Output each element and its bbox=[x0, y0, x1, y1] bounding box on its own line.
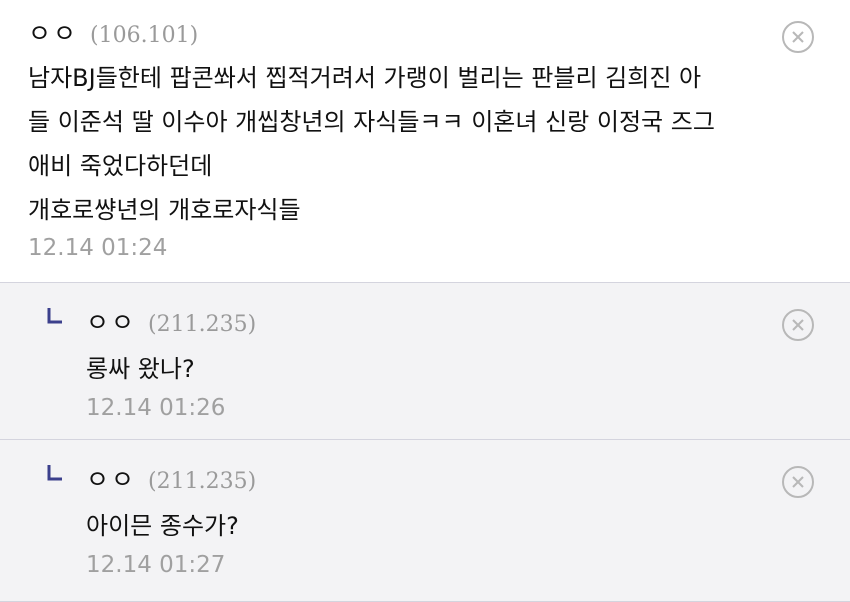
close-circle-icon bbox=[792, 319, 804, 331]
comment-line: 들 이준석 딸 이수아 개씹창년의 자식들ㅋㅋ 이혼녀 신랑 이정국 즈그 bbox=[28, 108, 715, 136]
delete-reply-button[interactable] bbox=[782, 309, 814, 341]
comment-body: 남자BJ들한테 팝콘쏴서 찝적거려서 가랭이 벌리는 판블리 김희진 아 들 이… bbox=[28, 56, 715, 232]
delete-comment-button[interactable] bbox=[782, 21, 814, 53]
reply-nickname[interactable]: ㅇㅇ bbox=[86, 460, 136, 496]
reply-item: ㅇㅇ (211.235) 아이믄 종수가? 12.14 01:27 bbox=[0, 439, 850, 602]
reply-item: ㅇㅇ (211.235) 롱싸 왔나? 12.14 01:26 bbox=[0, 282, 850, 439]
reply-date: 12.14 01:26 bbox=[86, 395, 226, 421]
comment-item: ㅇㅇ (106.101) 남자BJ들한테 팝콘쏴서 찝적거려서 가랭이 벌리는 … bbox=[0, 0, 850, 282]
reply-ip: (211.235) bbox=[148, 312, 257, 337]
reply-header: ㅇㅇ (211.235) bbox=[86, 460, 256, 496]
comment-date: 12.14 01:24 bbox=[28, 235, 168, 261]
comment-line: 애비 죽었다하던데 bbox=[28, 152, 213, 180]
reply-header: ㅇㅇ (211.235) bbox=[86, 303, 256, 339]
reply-nickname[interactable]: ㅇㅇ bbox=[86, 303, 136, 339]
reply-arrow-icon bbox=[47, 308, 62, 324]
reply-arrow-icon bbox=[47, 465, 62, 481]
reply-body: 아이믄 종수가? bbox=[86, 512, 239, 540]
close-circle-icon bbox=[792, 476, 804, 488]
reply-date: 12.14 01:27 bbox=[86, 552, 226, 578]
comment-ip: (106.101) bbox=[90, 23, 199, 48]
comment-line: 개호로썅년의 개호로자식들 bbox=[28, 196, 301, 224]
close-circle-icon bbox=[792, 31, 804, 43]
comment-nickname[interactable]: ㅇㅇ bbox=[28, 14, 78, 50]
reply-body: 롱싸 왔나? bbox=[86, 355, 195, 383]
comment-line: 남자BJ들한테 팝콘쏴서 찝적거려서 가랭이 벌리는 판블리 김희진 아 bbox=[28, 64, 702, 92]
comment-header: ㅇㅇ (106.101) bbox=[28, 14, 198, 50]
delete-reply-button[interactable] bbox=[782, 466, 814, 498]
reply-ip: (211.235) bbox=[148, 469, 257, 494]
